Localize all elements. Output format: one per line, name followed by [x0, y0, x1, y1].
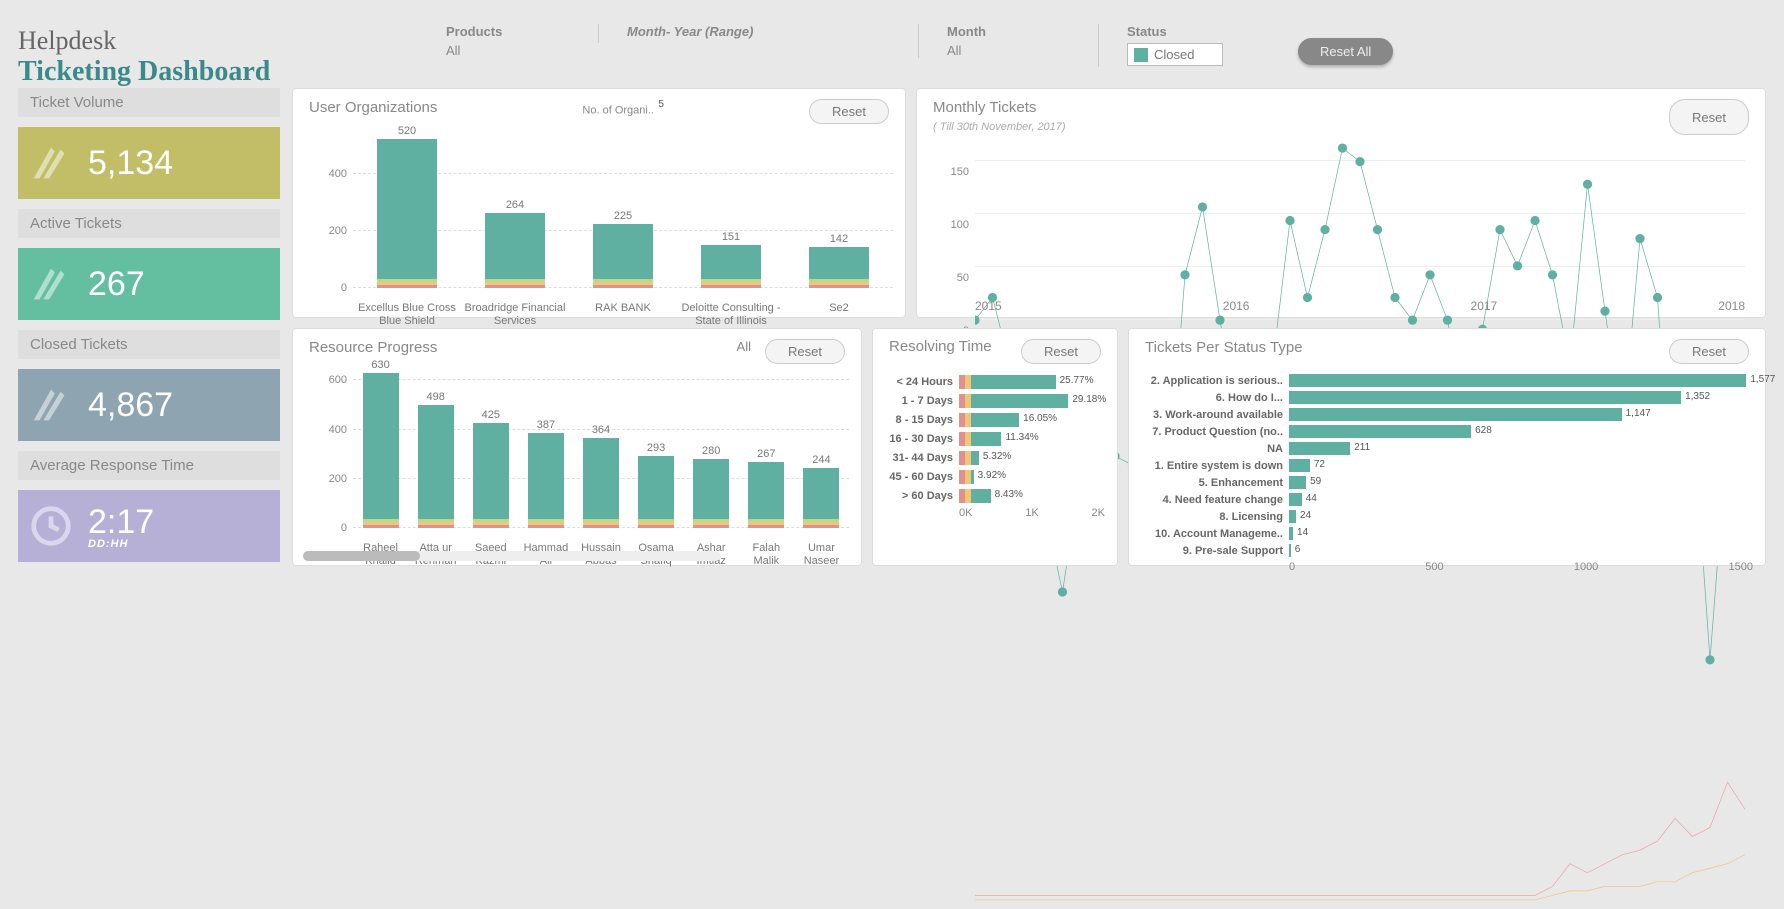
kpi-ticket-volume-label: Ticket Volume	[18, 88, 280, 117]
kpi-avg-label: Average Response Time	[18, 451, 280, 480]
filter-products-value: All	[446, 43, 570, 58]
userorg-dim-count: 5	[658, 99, 664, 110]
card-resolving-time: Resolving Time Reset < 24 Hours25.77%1 -…	[872, 328, 1118, 566]
reset-all-button[interactable]: Reset All	[1298, 38, 1393, 65]
filter-status[interactable]: Status Closed	[1098, 24, 1298, 67]
filter-monthyear[interactable]: Month- Year (Range)	[598, 24, 918, 43]
resprog-chart[interactable]: 0200400600630498425387364293280267244Rah…	[293, 368, 861, 568]
ticket-icon	[28, 261, 74, 307]
kpi-column: Ticket Volume 5,134 Active Tickets 267 C…	[18, 88, 280, 648]
filter-products-label: Products	[446, 24, 570, 39]
userorg-chart[interactable]: 0200400520264225151142Excellus Blue Cros…	[293, 128, 905, 328]
filter-month-value: All	[947, 43, 1070, 58]
resolving-xaxis: 0K1K2K	[873, 505, 1117, 519]
kpi-ticket-volume: 5,134	[18, 127, 280, 199]
kpi-closed: 4,867	[18, 369, 280, 441]
status-color-swatch	[1134, 48, 1148, 62]
kpi-avg: 2:17 DD:HH	[18, 490, 280, 562]
filter-month-label: Month	[947, 24, 1070, 39]
monthly-xaxis: 2015201620172018	[975, 299, 1745, 313]
status-title: Tickets Per Status Type	[1145, 339, 1303, 364]
title-line1: Helpdesk	[18, 26, 418, 56]
kpi-closed-value: 4,867	[88, 386, 173, 425]
title-line2: Ticketing Dashboard	[18, 56, 418, 88]
filter-status-value: Closed	[1154, 47, 1194, 62]
kpi-ticket-volume-value: 5,134	[88, 144, 173, 183]
userorg-dim-label: No. of Organi..	[582, 104, 654, 116]
monthly-subtitle: ( Till 30th November, 2017)	[933, 121, 1066, 133]
status-chart[interactable]: 2. Application is serious..1,5776. How d…	[1129, 368, 1765, 559]
resprog-scrollbar[interactable]	[303, 551, 721, 561]
status-reset-button[interactable]: Reset	[1669, 339, 1749, 364]
card-userorg-title: User Organizations	[309, 99, 437, 124]
resprog-reset-button[interactable]: Reset	[765, 339, 845, 364]
monthly-reset-button[interactable]: Reset	[1669, 99, 1749, 135]
kpi-active: 267	[18, 248, 280, 320]
filter-status-label: Status	[1127, 24, 1270, 39]
clock-icon	[28, 503, 74, 549]
monthly-chart[interactable]: 050100150	[975, 139, 1745, 319]
ticket-icon	[28, 382, 74, 428]
dashboard-title: Helpdesk Ticketing Dashboard	[18, 10, 418, 88]
resolving-chart[interactable]: < 24 Hours25.77%1 - 7 Days29.18%8 - 15 D…	[873, 368, 1117, 505]
resolving-title: Resolving Time	[889, 339, 992, 364]
kpi-closed-label: Closed Tickets	[18, 330, 280, 359]
kpi-avg-value: 2:17	[88, 503, 154, 542]
kpi-active-label: Active Tickets	[18, 209, 280, 238]
monthly-title: Monthly Tickets	[933, 99, 1036, 116]
card-resource-progress: Resource Progress All Reset 020040060063…	[292, 328, 862, 566]
resolving-reset-button[interactable]: Reset	[1021, 339, 1101, 364]
resprog-filter[interactable]: All	[737, 339, 751, 354]
ticket-icon	[28, 140, 74, 186]
filter-month[interactable]: Month All	[918, 24, 1098, 58]
filter-monthyear-label: Month- Year (Range)	[627, 24, 890, 39]
status-xaxis: 050010001500	[1129, 559, 1765, 573]
card-monthly-tickets: Monthly Tickets ( Till 30th November, 20…	[916, 88, 1766, 318]
filter-status-select[interactable]: Closed	[1127, 43, 1223, 66]
userorg-reset-button[interactable]: Reset	[809, 99, 889, 124]
card-user-organizations: User Organizations No. of Organi.. 5 Res…	[292, 88, 906, 318]
kpi-active-value: 267	[88, 265, 145, 304]
filter-products[interactable]: Products All	[418, 24, 598, 58]
card-status-type: Tickets Per Status Type Reset 2. Applica…	[1128, 328, 1766, 566]
